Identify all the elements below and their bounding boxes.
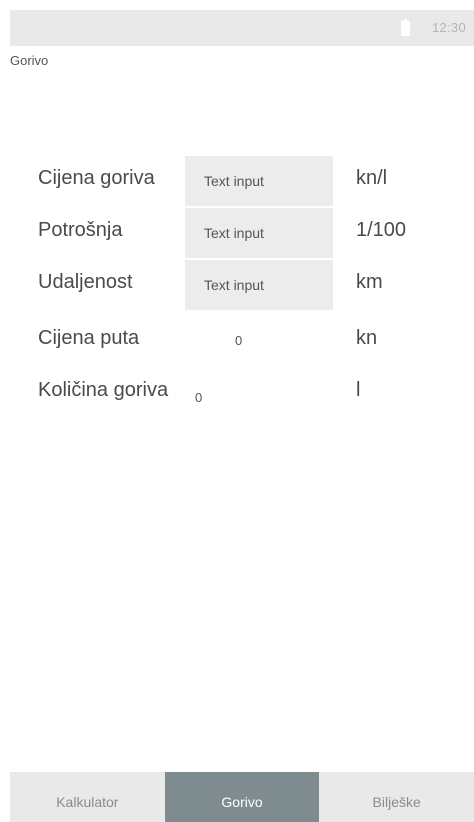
bottom-tab-bar: Kalkulator Gorivo Bilješke: [10, 772, 474, 822]
battery-icon: [401, 19, 410, 36]
app-screen: 12:30 Gorivo Cijena goriva Text input kn…: [0, 0, 474, 822]
consumption-row: Potrošnja Text input 1/100: [0, 208, 474, 258]
distance-label: Udaljenost: [38, 271, 133, 293]
fuel-price-row: Cijena goriva Text input kn/l: [0, 156, 474, 206]
fuel-price-label: Cijena goriva: [38, 167, 155, 189]
trip-cost-label: Cijena puta: [38, 327, 140, 349]
fuel-amount-label: Količina goriva: [38, 379, 169, 401]
distance-unit: km: [356, 271, 383, 293]
distance-input[interactable]: Text input: [185, 260, 333, 310]
consumption-label: Potrošnja: [38, 219, 123, 241]
trip-cost-row: Cijena puta 0 kn: [0, 316, 474, 366]
fuel-amount-unit: l: [356, 379, 361, 401]
status-bar: 12:30: [10, 10, 474, 46]
consumption-input[interactable]: Text input: [185, 208, 333, 258]
fuel-amount-row: Količina goriva 0 l: [0, 368, 474, 418]
tab-gorivo[interactable]: Gorivo: [164, 772, 320, 822]
tab-biljeske[interactable]: Bilješke: [319, 772, 474, 822]
trip-cost-value: 0: [235, 333, 243, 348]
distance-row: Udaljenost Text input km: [0, 260, 474, 310]
fuel-price-unit: kn/l: [356, 167, 388, 189]
fuel-amount-value: 0: [195, 390, 203, 405]
tab-kalkulator[interactable]: Kalkulator: [10, 772, 165, 822]
fuel-price-input[interactable]: Text input: [185, 156, 333, 206]
trip-cost-unit: kn: [356, 327, 378, 349]
consumption-unit: 1/100: [356, 219, 407, 241]
status-time: 12:30: [431, 20, 466, 35]
page-title: Gorivo: [10, 53, 49, 68]
